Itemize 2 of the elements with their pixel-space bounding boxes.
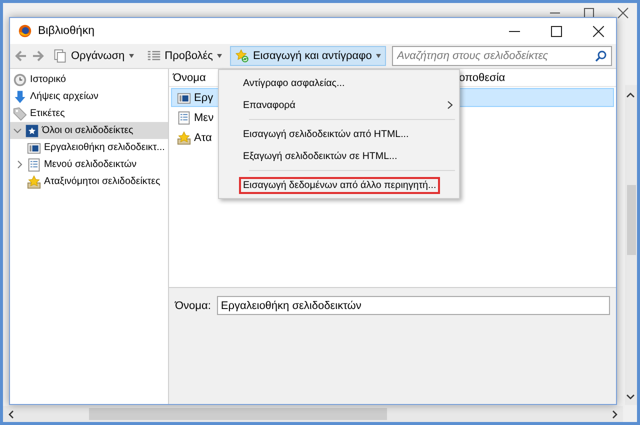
name-label: Όνομα: — [175, 300, 211, 312]
window-title: Βιβλιοθήκη — [38, 25, 94, 37]
